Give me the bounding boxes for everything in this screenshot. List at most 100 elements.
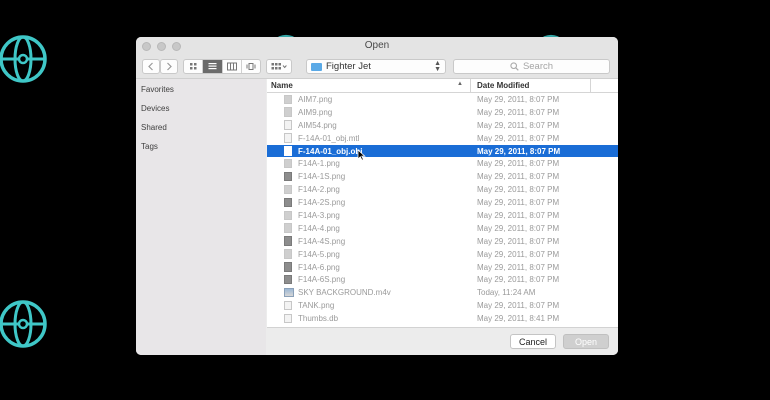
file-row[interactable]: SKY BACKGROUND.m4v Today, 11:24 AM — [267, 286, 618, 299]
file-list: Name ▲ Date Modified AIM7.png May 29, 201… — [267, 79, 618, 327]
file-name: F14A-4.png — [298, 223, 340, 233]
folder-icon — [311, 62, 322, 71]
file-row[interactable]: AIM7.png May 29, 2011, 8:07 PM — [267, 93, 618, 106]
file-rows: AIM7.png May 29, 2011, 8:07 PM AIM9.png May… — [267, 93, 618, 325]
file-date: May 29, 2011, 8:07 PM — [477, 95, 560, 104]
file-date: May 29, 2011, 8:07 PM — [477, 198, 560, 208]
file-row[interactable]: F-14A-01_obj.obj May 29, 2011, 8:07 PM — [267, 144, 618, 161]
file-date: May 29, 2011, 8:07 PM — [477, 211, 560, 221]
search-icon — [510, 62, 519, 71]
date-column-header[interactable]: Date Modified — [477, 81, 529, 90]
file-icon — [284, 171, 292, 182]
file-row[interactable]: F14A-1.png May 29, 2011, 8:07 PM — [267, 157, 618, 170]
file-icon — [284, 300, 292, 311]
file-name: F14A-4S.png — [298, 236, 346, 246]
file-row[interactable]: F14A-2S.png May 29, 2011, 8:07 PM — [267, 196, 618, 209]
search-field[interactable]: Search — [453, 59, 610, 74]
file-row[interactable]: F14A-3.png May 29, 2011, 8:07 PM — [267, 209, 618, 222]
chevron-left-icon — [148, 62, 153, 71]
globe-icon — [0, 299, 48, 349]
cancel-button[interactable]: Cancel — [510, 334, 556, 349]
file-row[interactable]: F14A-6.png May 29, 2011, 8:07 PM — [267, 261, 618, 274]
file-icon — [284, 158, 292, 169]
column-divider[interactable] — [590, 79, 591, 92]
file-name: F-14A-01_obj.obj — [298, 146, 363, 156]
file-date: May 29, 2011, 8:07 PM — [477, 275, 560, 285]
sort-ascending-icon: ▲ — [457, 81, 463, 87]
location-popup[interactable]: Fighter Jet ▲ ▼ — [306, 59, 446, 74]
cover-flow-icon — [246, 63, 256, 70]
cover-flow-button[interactable] — [242, 60, 260, 73]
file-row[interactable]: F-14A-01_obj.mtl May 29, 2011, 8:07 PM — [267, 132, 618, 145]
file-row[interactable]: F14A-5.png May 29, 2011, 8:07 PM — [267, 248, 618, 261]
location-label: Fighter Jet — [326, 61, 371, 72]
sidebar-item-tags[interactable]: Tags — [141, 142, 158, 151]
file-date: May 29, 2011, 8:07 PM — [477, 249, 560, 259]
file-date: May 29, 2011, 8:07 PM — [477, 133, 560, 143]
file-date: May 29, 2011, 8:07 PM — [477, 120, 560, 130]
file-row[interactable]: F14A-4.png May 29, 2011, 8:07 PM — [267, 222, 618, 235]
sidebar-item-favorites[interactable]: Favorites — [141, 85, 174, 94]
file-icon — [284, 274, 292, 285]
open-button[interactable]: Open — [563, 334, 609, 349]
up-down-arrows-icon: ▲ ▼ — [434, 60, 441, 73]
column-divider[interactable] — [470, 79, 471, 92]
file-row[interactable]: F14A-1S.png May 29, 2011, 8:07 PM — [267, 170, 618, 183]
file-row[interactable]: F14A-6S.png May 29, 2011, 8:07 PM — [267, 273, 618, 286]
file-name: AIM54.png — [298, 120, 337, 130]
file-icon — [284, 313, 292, 324]
file-row[interactable]: F14A-4S.png May 29, 2011, 8:07 PM — [267, 235, 618, 248]
file-date: May 29, 2011, 8:41 PM — [477, 314, 560, 324]
file-date: May 29, 2011, 8:07 PM — [477, 159, 560, 169]
forward-button[interactable] — [160, 59, 178, 74]
file-row[interactable]: F14A-2.png May 29, 2011, 8:07 PM — [267, 183, 618, 196]
view-mode-selector[interactable] — [183, 59, 261, 74]
file-icon — [284, 133, 292, 143]
file-row[interactable]: TANK.png May 29, 2011, 8:07 PM — [267, 299, 618, 312]
sidebar-item-devices[interactable]: Devices — [141, 104, 169, 113]
file-name: F14A-2S.png — [298, 198, 346, 208]
file-date: May 29, 2011, 8:07 PM — [477, 146, 561, 156]
file-date: Today, 11:24 AM — [477, 288, 536, 298]
icon-view-button[interactable] — [184, 60, 204, 73]
file-icon — [284, 146, 292, 156]
dialog-title: Open — [364, 40, 390, 51]
list-view-button[interactable] — [203, 60, 223, 73]
title-bar: Open — [136, 37, 618, 57]
file-row[interactable]: AIM9.png May 29, 2011, 8:07 PM — [267, 106, 618, 119]
file-icon — [284, 236, 292, 246]
toolbar: Fighter Jet ▲ ▼ Search — [136, 57, 618, 79]
file-name: AIM7.png — [298, 95, 333, 104]
file-date: May 29, 2011, 8:07 PM — [477, 185, 560, 195]
file-date: May 29, 2011, 8:07 PM — [477, 223, 560, 233]
arrange-button[interactable] — [266, 59, 292, 74]
file-name: AIM9.png — [298, 107, 333, 117]
file-icon — [284, 262, 292, 272]
file-name: F14A-2.png — [298, 185, 340, 195]
file-name: F14A-3.png — [298, 211, 340, 221]
file-date: May 29, 2011, 8:07 PM — [477, 172, 560, 182]
file-name: SKY BACKGROUND.m4v — [298, 288, 391, 298]
file-icon — [284, 184, 292, 195]
file-name: F14A-1.png — [298, 159, 340, 169]
file-icon — [284, 197, 292, 208]
back-button[interactable] — [142, 59, 160, 74]
file-name: F14A-5.png — [298, 249, 340, 259]
list-view-icon — [208, 63, 217, 70]
file-icon — [284, 249, 292, 259]
file-icon — [284, 210, 292, 221]
column-view-button[interactable] — [223, 60, 242, 73]
file-name: TANK.png — [298, 301, 335, 311]
file-name: F14A-1S.png — [298, 172, 346, 182]
file-date: May 29, 2011, 8:07 PM — [477, 236, 560, 246]
file-name: F-14A-01_obj.mtl — [298, 133, 360, 143]
file-row[interactable]: AIM54.png May 29, 2011, 8:07 PM — [267, 119, 618, 132]
icon-view-icon — [189, 63, 197, 70]
sidebar: Favorites Devices Shared Tags — [136, 79, 266, 355]
column-header: Name ▲ Date Modified — [267, 79, 618, 93]
file-row[interactable]: Thumbs.db May 29, 2011, 8:41 PM — [267, 312, 618, 325]
sidebar-item-shared[interactable]: Shared — [141, 123, 167, 132]
file-icon — [284, 107, 292, 117]
name-column-header[interactable]: Name — [271, 81, 293, 90]
file-name: Thumbs.db — [298, 314, 339, 324]
